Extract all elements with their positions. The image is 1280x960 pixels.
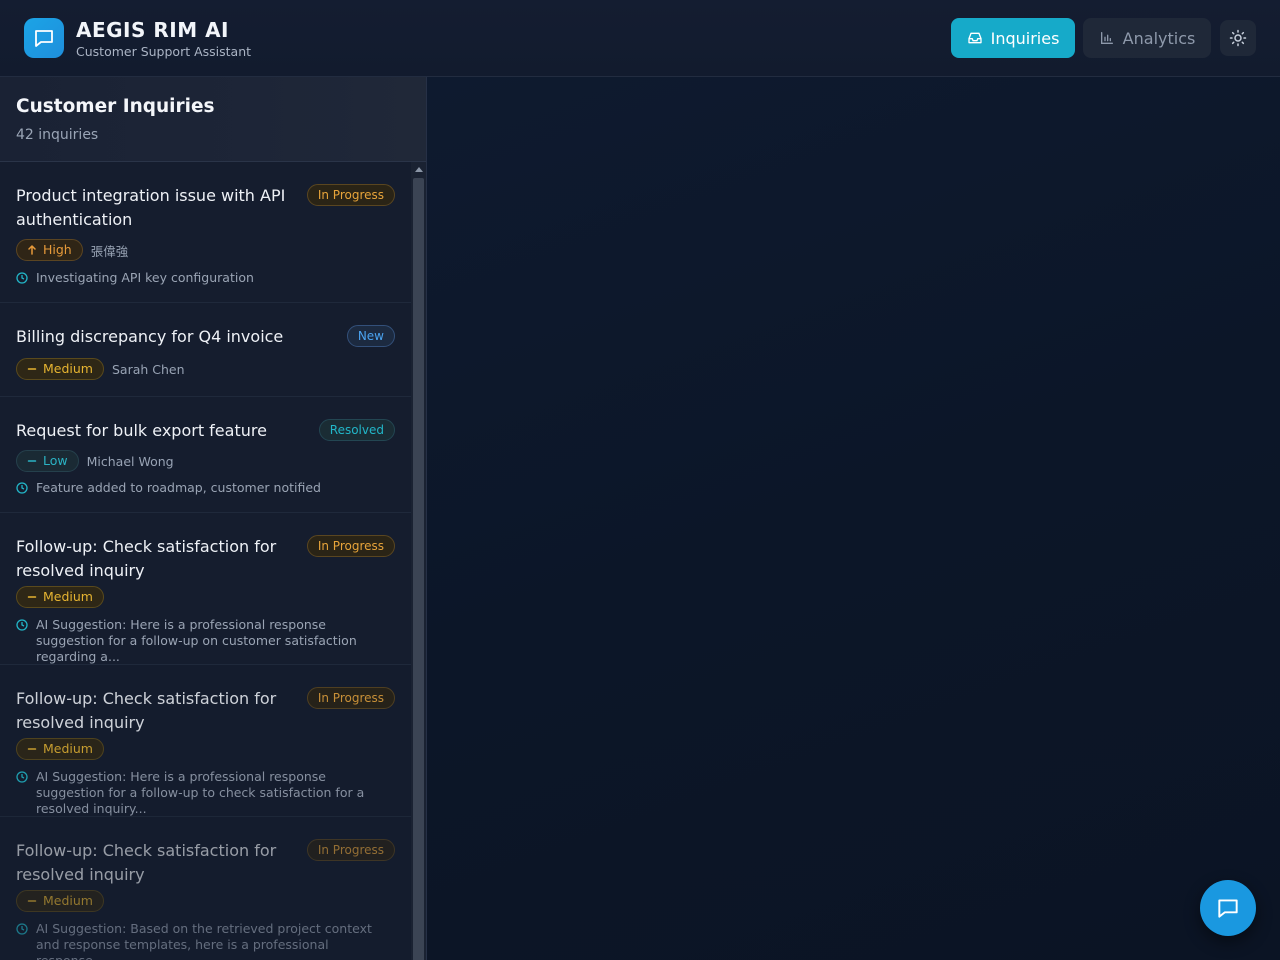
priority-badge: High xyxy=(16,239,83,261)
inquiry-title: Request for bulk export feature xyxy=(16,421,267,440)
theme-toggle-button[interactable] xyxy=(1220,20,1256,56)
minus-icon xyxy=(27,460,37,462)
inquiry-meta: Low Michael Wong xyxy=(16,450,174,472)
scroll-up-arrow[interactable] xyxy=(415,167,423,172)
priority-label: Medium xyxy=(43,893,93,908)
assignee-name: 張偉強 xyxy=(90,243,129,259)
inquiry-title: Product integration issue with API authe… xyxy=(16,186,286,229)
inquiry-title: Follow-up: Check satisfaction for resolv… xyxy=(16,841,277,884)
priority-badge: Medium xyxy=(16,586,104,608)
inquiry-list: Product integration issue with API authe… xyxy=(0,162,411,960)
note-text: AI Suggestion: Here is a professional re… xyxy=(36,769,365,816)
nav-inquiries-button[interactable]: Inquiries xyxy=(951,18,1075,58)
bar-chart-icon xyxy=(1100,31,1113,44)
clock-icon xyxy=(16,619,28,631)
sidebar-title: Customer Inquiries xyxy=(16,96,215,117)
app-header: AEGIS RIM AI Customer Support Assistant … xyxy=(0,0,1280,77)
priority-label: Medium xyxy=(43,741,93,756)
assignee-name: Sarah Chen xyxy=(111,361,185,377)
minus-icon xyxy=(27,368,37,370)
clock-icon xyxy=(16,272,28,284)
arrow-up-icon xyxy=(28,245,36,255)
priority-label: Medium xyxy=(43,589,93,604)
inquiry-meta: Medium xyxy=(16,738,104,760)
minus-icon xyxy=(27,900,37,902)
priority-label: Medium xyxy=(43,361,93,376)
clock-icon xyxy=(16,771,28,783)
scroll-thumb[interactable] xyxy=(413,178,424,960)
inquiry-count: 42 inquiries xyxy=(16,127,99,143)
nav-inquiries-label: Inquiries xyxy=(990,28,1060,48)
nav-analytics-button[interactable]: Analytics xyxy=(1083,18,1211,58)
note-text: AI Suggestion: Based on the retrieved pr… xyxy=(36,921,372,960)
app-title: AEGIS RIM AI xyxy=(76,18,229,42)
priority-badge: Medium xyxy=(16,738,104,760)
inquiry-meta: Medium xyxy=(16,586,104,608)
app-subtitle: Customer Support Assistant xyxy=(76,44,252,59)
inquiry-title: Follow-up: Check satisfaction for resolv… xyxy=(16,689,277,732)
chat-bubble-icon xyxy=(1218,899,1238,918)
inquiry-title: Billing discrepancy for Q4 invoice xyxy=(16,327,284,346)
status-badge: In Progress xyxy=(306,687,395,709)
chat-bubble-icon xyxy=(35,30,53,47)
minus-icon xyxy=(27,596,37,598)
inquiry-item[interactable]: Billing discrepancy for Q4 invoice New M… xyxy=(0,303,411,397)
inquiry-item[interactable]: Follow-up: Check satisfaction for resolv… xyxy=(0,817,411,960)
priority-label: High xyxy=(43,242,72,257)
sidebar-header: Customer Inquiries 42 inquiries xyxy=(0,77,426,162)
app-logo xyxy=(24,18,64,58)
status-badge: In Progress xyxy=(306,839,395,861)
status-badge: In Progress xyxy=(306,184,395,206)
inquiry-note: Feature added to roadmap, customer notif… xyxy=(16,480,396,496)
clock-icon xyxy=(16,923,28,935)
nav-analytics-label: Analytics xyxy=(1122,28,1196,48)
status-badge: New xyxy=(346,325,395,347)
note-text: Investigating API key configuration xyxy=(36,270,254,285)
detail-panel xyxy=(427,77,1280,960)
inquiry-note: AI Suggestion: Based on the retrieved pr… xyxy=(16,921,396,960)
inquiries-sidebar: Customer Inquiries 42 inquiries Product … xyxy=(0,77,427,960)
sidebar-scrollbar[interactable] xyxy=(411,162,426,960)
inquiry-note: AI Suggestion: Here is a professional re… xyxy=(16,769,396,817)
priority-badge: Low xyxy=(16,450,79,472)
inquiry-title: Follow-up: Check satisfaction for resolv… xyxy=(16,537,277,580)
assignee-name: Michael Wong xyxy=(86,453,174,469)
status-badge: Resolved xyxy=(318,419,395,441)
note-text: Feature added to roadmap, customer notif… xyxy=(36,480,321,495)
inquiry-meta: Medium Sarah Chen xyxy=(16,358,185,380)
clock-icon xyxy=(16,482,28,494)
minus-icon xyxy=(27,748,37,750)
note-text: AI Suggestion: Here is a professional re… xyxy=(36,617,357,664)
priority-badge: Medium xyxy=(16,358,104,380)
priority-label: Low xyxy=(43,453,68,468)
inquiry-item[interactable]: Request for bulk export feature Resolved… xyxy=(0,397,411,513)
inquiry-meta: High 張偉強 xyxy=(16,239,128,261)
inquiry-item[interactable]: Follow-up: Check satisfaction for resolv… xyxy=(0,665,411,817)
inquiry-note: AI Suggestion: Here is a professional re… xyxy=(16,617,396,665)
status-badge: In Progress xyxy=(306,535,395,557)
inquiry-item[interactable]: Product integration issue with API authe… xyxy=(0,162,411,303)
priority-badge: Medium xyxy=(16,890,104,912)
inquiry-note: Investigating API key configuration xyxy=(16,270,396,286)
sun-icon xyxy=(1229,29,1247,47)
inquiry-meta: Medium xyxy=(16,890,104,912)
inbox-icon xyxy=(967,32,982,44)
inquiry-item[interactable]: Follow-up: Check satisfaction for resolv… xyxy=(0,513,411,665)
chat-fab-button[interactable] xyxy=(1200,880,1256,936)
